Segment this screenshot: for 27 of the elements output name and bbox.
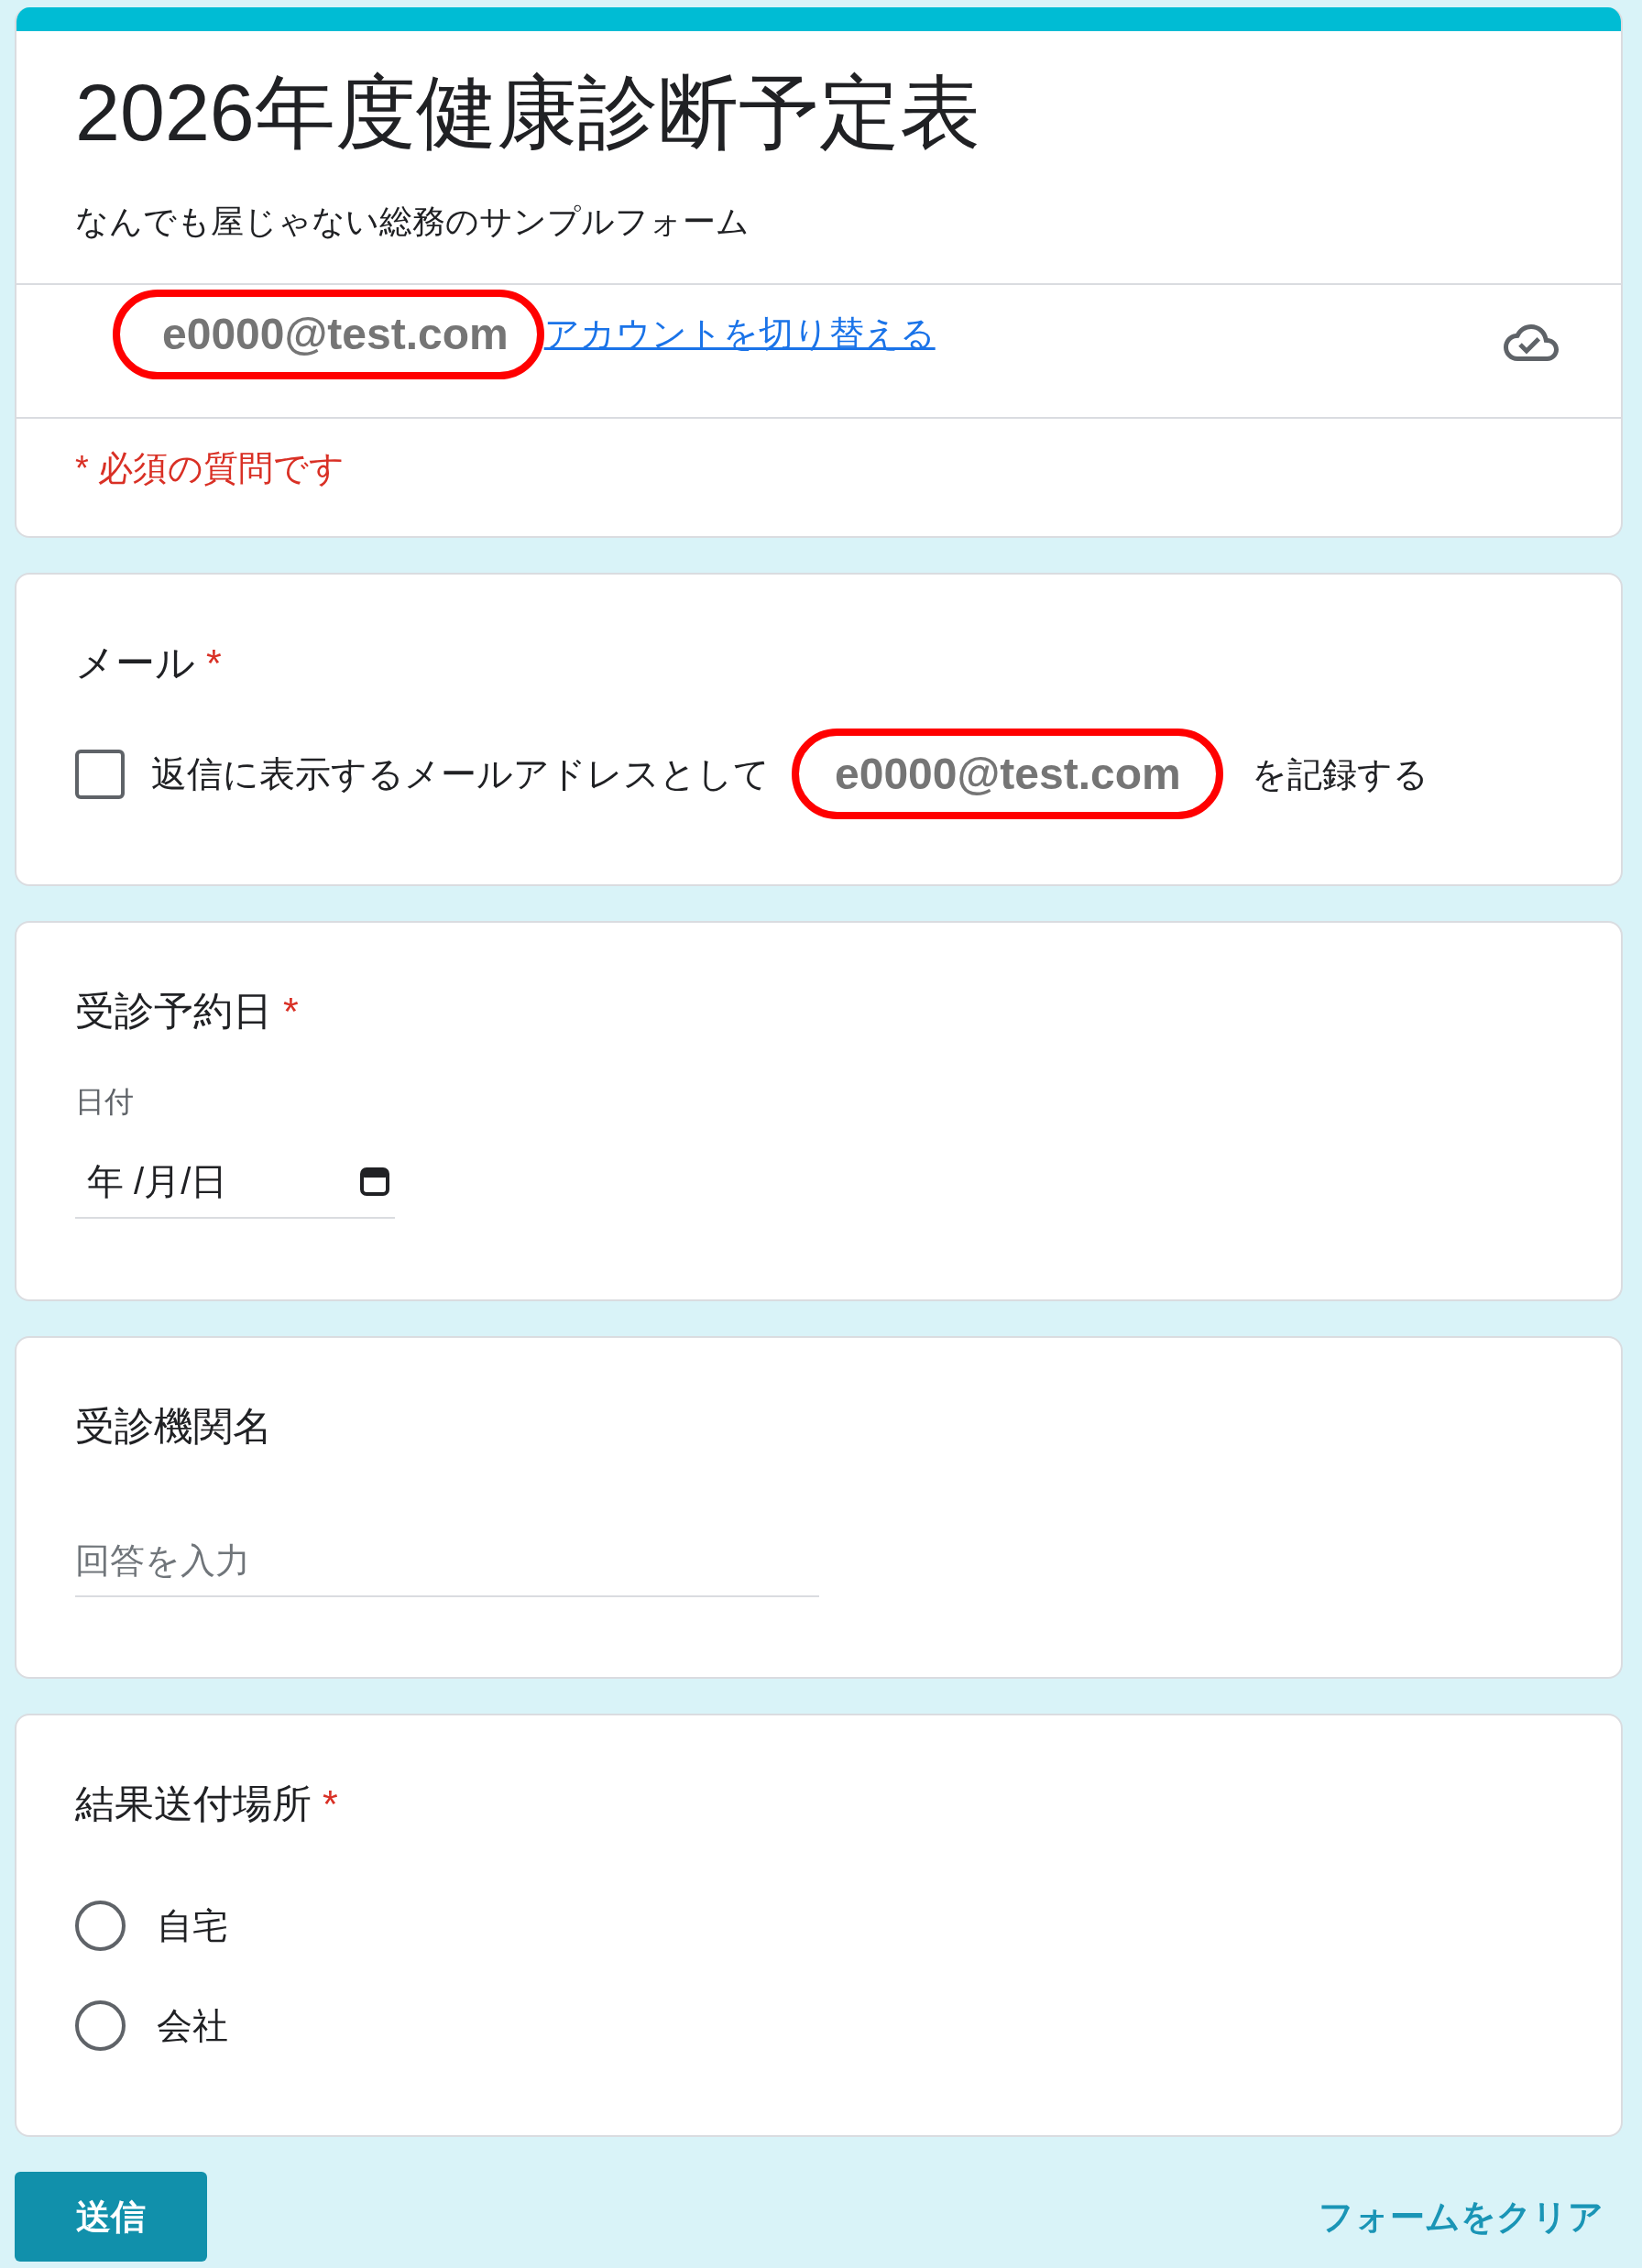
switch-account-link[interactable]: アカウントを切り替える <box>543 312 936 355</box>
question-title: 結果送付場所 <box>75 1780 312 1827</box>
required-note: * 必須の質問です <box>75 448 346 489</box>
radio-label: 会社 <box>157 2004 228 2047</box>
respondent-email: e0000@test.com <box>835 748 1181 800</box>
clear-form-button[interactable]: フォームをクリア <box>1319 2189 1604 2244</box>
account-email: e0000@test.com <box>162 309 509 360</box>
radio-label: 自宅 <box>157 1904 228 1947</box>
question-title: 受診予約日 <box>75 988 272 1035</box>
radio-button[interactable] <box>75 2000 126 2051</box>
question-title: メール <box>75 640 195 686</box>
checkbox[interactable] <box>75 749 125 799</box>
cloud-check-icon <box>1504 324 1559 361</box>
radio-button[interactable] <box>75 1901 126 1951</box>
form-description: なんでも屋じゃない総務のサンプルフォーム <box>75 202 750 242</box>
calendar-icon[interactable] <box>360 1167 389 1196</box>
required-asterisk: * <box>283 988 299 1035</box>
date-label: 日付 <box>75 1084 135 1120</box>
form-title: 2026年度健康診断予定表 <box>75 66 981 159</box>
question-title: 受診機関名 <box>75 1403 272 1450</box>
date-field[interactable]: 年 /月/日 <box>75 1145 395 1219</box>
checkbox-label: を記録する <box>1251 753 1429 795</box>
required-asterisk: * <box>206 640 222 686</box>
checkbox-label: 返信に表示するメールアドレスとして <box>151 752 770 795</box>
answer-field[interactable]: 回答を入力 <box>75 1526 819 1597</box>
required-asterisk: * <box>323 1780 338 1827</box>
submit-button[interactable]: 送信 <box>15 2172 207 2262</box>
